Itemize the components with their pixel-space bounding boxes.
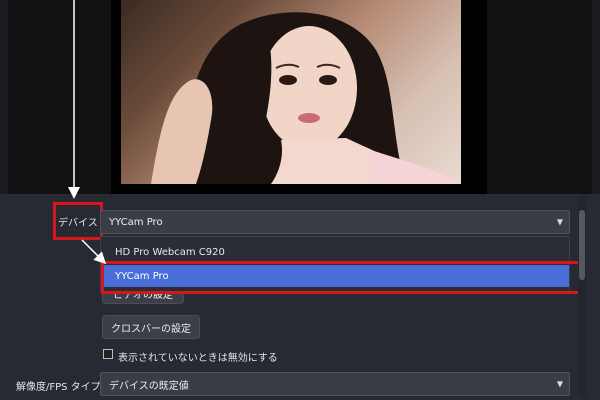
annotation-arrows: [68, 0, 107, 265]
arrow-diagonal-icon: [81, 239, 107, 265]
